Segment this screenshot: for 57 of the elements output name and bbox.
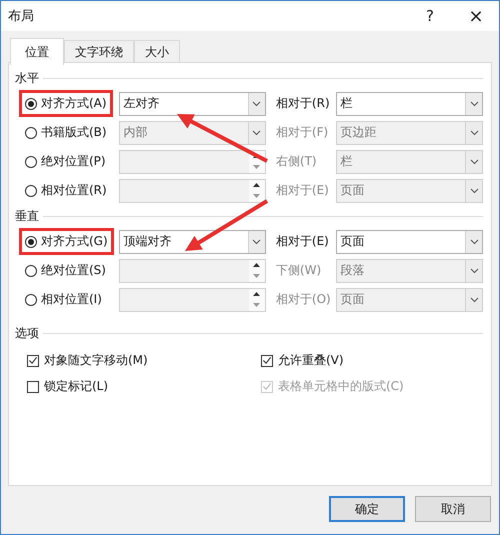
radio-option[interactable]: 绝对位置(P): [25, 153, 106, 170]
field-label: 右侧(T): [274, 153, 318, 170]
radio-option[interactable]: 书籍版式(B): [25, 124, 107, 141]
dropdown[interactable]: 栏: [336, 92, 484, 116]
chevron-icon: [470, 158, 479, 164]
dropdown[interactable]: 左对齐: [118, 92, 266, 116]
section-title: 水平: [15, 70, 39, 86]
chevron-icon: [470, 268, 479, 274]
section-title: 垂直: [15, 208, 39, 224]
up-arrow-icon: [253, 292, 260, 296]
radio-option[interactable]: 对齐方式(A): [25, 95, 107, 112]
down-arrow-icon: [253, 165, 260, 169]
tab[interactable]: 位置: [10, 38, 64, 65]
checkbox-option[interactable]: 对象随文字移动(M): [27, 352, 261, 369]
checkbox-option[interactable]: 允许重叠(V): [261, 352, 483, 369]
radio-option[interactable]: 相对位置(I): [25, 291, 102, 308]
down-arrow-icon: [253, 303, 260, 307]
tab[interactable]: 文字环绕: [64, 40, 134, 64]
chevron-icon: [470, 100, 479, 106]
field-label: 相对于(O): [274, 291, 332, 308]
chevron-icon: [470, 238, 479, 244]
chevron-icon: [470, 296, 479, 302]
dialog-button[interactable]: 确定: [329, 496, 405, 522]
dropdown[interactable]: 页面: [336, 178, 484, 202]
radio-option[interactable]: 绝对位置(S): [25, 262, 106, 279]
down-arrow-icon: [253, 274, 260, 278]
close-button[interactable]: ×: [453, 1, 499, 31]
checkbox-option[interactable]: 锁定标记(L): [27, 378, 261, 395]
field-label: 相对于(E): [274, 182, 330, 199]
chevron-icon: [470, 130, 479, 136]
window-title: 布局: [8, 8, 35, 25]
check-icon: [262, 381, 272, 392]
chevron-icon: [470, 188, 479, 194]
dropdown[interactable]: 顶端对齐: [118, 230, 266, 254]
field-label: 相对于(E): [274, 233, 330, 250]
check-icon: [28, 355, 38, 366]
up-arrow-icon: [253, 183, 260, 187]
dialog-button[interactable]: 取消: [415, 496, 491, 522]
tab[interactable]: 大小: [134, 40, 180, 64]
up-arrow-icon: [253, 263, 260, 267]
field-label: 相对于(F): [274, 124, 330, 141]
chevron-icon: [252, 100, 262, 106]
dropdown[interactable]: 栏: [336, 150, 484, 174]
help-button[interactable]: ?: [407, 1, 453, 31]
down-arrow-icon: [253, 194, 260, 198]
chevron-icon: [252, 130, 262, 136]
radio-option[interactable]: 相对位置(R): [25, 182, 107, 199]
radio-option[interactable]: 对齐方式(G): [25, 233, 108, 250]
field-label: 相对于(R): [274, 95, 331, 112]
dropdown[interactable]: 页边距: [336, 120, 484, 144]
dropdown[interactable]: 段落: [336, 258, 484, 282]
section-title: 选项: [15, 324, 39, 342]
chevron-icon: [252, 238, 262, 244]
dropdown[interactable]: 页面: [336, 288, 484, 312]
dropdown[interactable]: 页面: [336, 230, 484, 254]
check-icon: [262, 355, 272, 366]
field-label: 下侧(W): [274, 262, 322, 279]
